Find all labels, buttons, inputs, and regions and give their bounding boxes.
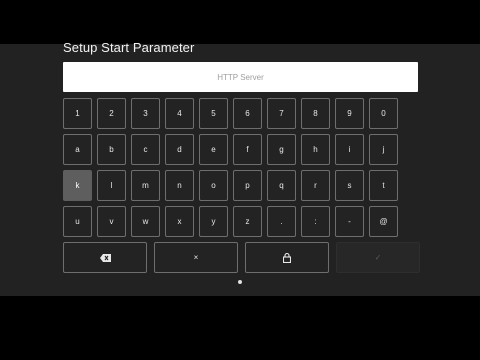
lock-icon [283, 252, 291, 263]
key-8[interactable]: 8 [301, 98, 330, 129]
clear-icon: × [193, 253, 199, 262]
key-s[interactable]: s [335, 170, 364, 201]
key-5[interactable]: 5 [199, 98, 228, 129]
key-colon[interactable]: : [301, 206, 330, 237]
key-q[interactable]: q [267, 170, 296, 201]
key-b[interactable]: b [97, 134, 126, 165]
key-h[interactable]: h [301, 134, 330, 165]
key-o[interactable]: o [199, 170, 228, 201]
keyboard-row-symbols: u v w x y z.: - @ [63, 206, 398, 237]
key-w[interactable]: w [131, 206, 160, 237]
key-0[interactable]: 0 [369, 98, 398, 129]
dialog-title: Setup Start Parameter [63, 40, 195, 55]
key-j[interactable]: j [369, 134, 398, 165]
key-period[interactable]: . [267, 206, 296, 237]
key-1[interactable]: 1 [63, 98, 92, 129]
key-k[interactable]: k [63, 170, 92, 201]
key-2[interactable]: 2 [97, 98, 126, 129]
key-p[interactable]: p [233, 170, 262, 201]
key-a[interactable]: a [63, 134, 92, 165]
key-n[interactable]: n [165, 170, 194, 201]
keyboard-row-a-j: abcdefghij [63, 134, 398, 165]
key-f[interactable]: f [233, 134, 262, 165]
key-x[interactable]: x [165, 206, 194, 237]
key-i[interactable]: i [335, 134, 364, 165]
key-m[interactable]: m [131, 170, 160, 201]
key-u[interactable]: u [63, 206, 92, 237]
page-indicator-dot [238, 280, 242, 284]
keyboard-row-digits: 1234567890 [63, 98, 398, 129]
key-g[interactable]: g [267, 134, 296, 165]
key-6[interactable]: 6 [233, 98, 262, 129]
key-z[interactable]: z [233, 206, 262, 237]
key-at[interactable]: @ [369, 206, 398, 237]
confirm-key[interactable]: ✓ [336, 242, 420, 273]
text-input-field[interactable]: HTTP Server [63, 62, 418, 92]
keyboard-row-k-t: klmnopqrst [63, 170, 398, 201]
key-t[interactable]: t [369, 170, 398, 201]
backspace-key[interactable] [63, 242, 147, 273]
clear-key[interactable]: × [154, 242, 238, 273]
key-v[interactable]: v [97, 206, 126, 237]
key-7[interactable]: 7 [267, 98, 296, 129]
key-r[interactable]: r [301, 170, 330, 201]
key-4[interactable]: 4 [165, 98, 194, 129]
keyboard-action-row: × ✓ [63, 242, 420, 273]
key-l[interactable]: l [97, 170, 126, 201]
key-3[interactable]: 3 [131, 98, 160, 129]
checkmark-icon: ✓ [374, 253, 382, 262]
input-placeholder: HTTP Server [217, 72, 264, 82]
key-e[interactable]: e [199, 134, 228, 165]
key-c[interactable]: c [131, 134, 160, 165]
key-d[interactable]: d [165, 134, 194, 165]
key-9[interactable]: 9 [335, 98, 364, 129]
lock-key[interactable] [245, 242, 329, 273]
key-hyphen[interactable]: - [335, 206, 364, 237]
backspace-icon [99, 253, 111, 262]
key-y[interactable]: y [199, 206, 228, 237]
